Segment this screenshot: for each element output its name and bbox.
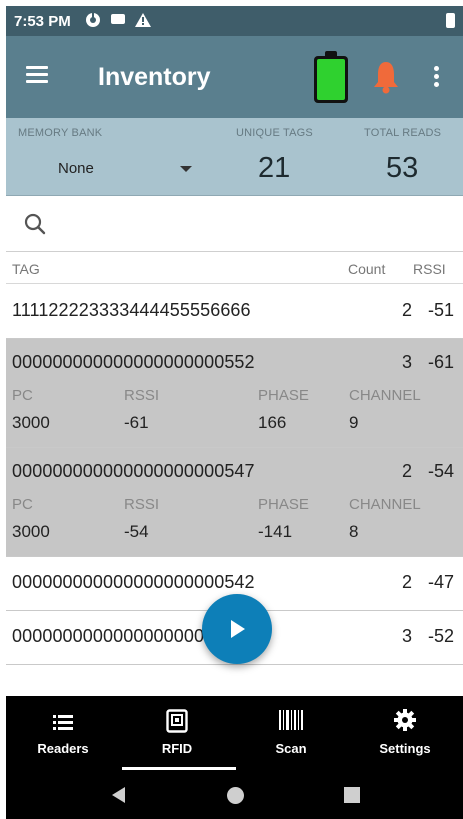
back-icon[interactable] (112, 787, 125, 803)
nav-scan[interactable]: Scan (234, 696, 348, 770)
rssi-detail-value: -61 (124, 413, 149, 432)
nav-settings[interactable]: Settings (348, 696, 462, 770)
bottom-navigation: Readers RFID Scan Settings (6, 696, 463, 770)
rssi-label: RSSI (124, 387, 160, 404)
bell-icon[interactable] (372, 60, 400, 94)
column-header-tag: TAG (12, 261, 40, 277)
channel-value: 9 (349, 413, 359, 432)
tag-id: 111122223333444455556666 (12, 300, 251, 320)
sync-icon (85, 11, 101, 31)
search-icon (24, 213, 46, 235)
system-navigation-bar (6, 770, 463, 819)
nav-readers-label: Readers (37, 741, 89, 756)
app-bar: Inventory (6, 36, 463, 118)
tag-id: 000000000000000000000547 (12, 461, 255, 481)
status-bar: 7:53 PM (6, 6, 463, 36)
message-icon (110, 13, 125, 29)
pc-value: 3000 (12, 413, 50, 432)
tag-rssi: -52 (428, 626, 455, 646)
pc-label: PC (12, 496, 33, 513)
nav-readers[interactable]: Readers (6, 696, 120, 770)
chevron-down-icon (180, 166, 192, 172)
start-inventory-button[interactable] (202, 594, 272, 664)
tag-count: 2 (401, 300, 412, 320)
tag-rssi: -51 (428, 300, 455, 320)
channel-label: CHANNEL (349, 496, 421, 513)
tag-rssi: -47 (428, 572, 455, 592)
tag-id: 000000000000000000000542 (12, 572, 255, 592)
inventory-summary: MEMORY BANK UNIQUE TAGS TOTAL READS None… (6, 118, 463, 196)
recents-icon[interactable] (344, 787, 360, 803)
menu-icon[interactable] (26, 66, 48, 84)
tag-count: 3 (401, 626, 412, 646)
memory-bank-dropdown[interactable]: None (18, 154, 198, 182)
list-icon (53, 715, 73, 730)
unique-tags-label: UNIQUE TAGS (236, 127, 313, 139)
warning-icon (134, 12, 151, 30)
overflow-menu-icon[interactable] (434, 66, 442, 90)
pc-label: PC (12, 387, 33, 404)
tag-rssi: -61 (428, 352, 455, 372)
rfid-tag-icon (166, 709, 188, 733)
phase-label: PHASE (258, 387, 309, 404)
page-title: Inventory (98, 63, 211, 91)
tag-id: 000000000000000000000552 (12, 352, 255, 372)
tag-rssi: -54 (428, 461, 455, 481)
tag-row-expanded[interactable]: 000000000000000000000552 3 -61 PC RSSI P… (6, 339, 463, 448)
column-header-count: Count (348, 261, 386, 277)
nav-rfid-label: RFID (161, 741, 193, 756)
phase-label: PHASE (258, 496, 309, 513)
total-reads-label: TOTAL READS (364, 127, 442, 139)
gear-icon (394, 709, 416, 731)
column-header-rssi: RSSI (413, 261, 446, 277)
tag-count: 2 (401, 572, 412, 592)
nav-rfid[interactable]: RFID (120, 696, 234, 770)
search-bar (6, 196, 463, 252)
tag-list-header: TAG Count RSSI (6, 252, 463, 284)
status-time: 7:53 PM (14, 12, 71, 30)
phase-value: 166 (258, 413, 287, 432)
home-icon[interactable] (227, 787, 244, 804)
unique-tags-value: 21 (258, 152, 291, 184)
nav-settings-label: Settings (379, 741, 431, 756)
app-screen: 7:53 PM Inventory MEMORY BANK UNIQUE TAG… (6, 6, 463, 819)
battery-icon (446, 13, 455, 28)
rssi-detail-value: -54 (124, 522, 149, 541)
channel-label: CHANNEL (349, 387, 421, 404)
rssi-label: RSSI (124, 496, 160, 513)
tag-count: 3 (401, 352, 412, 372)
memory-bank-value: None (58, 160, 94, 177)
reader-battery-icon[interactable] (314, 51, 348, 103)
barcode-icon (279, 710, 303, 730)
tag-count: 2 (401, 461, 412, 481)
search-input[interactable] (56, 206, 451, 242)
total-reads-value: 53 (386, 152, 419, 184)
memory-bank-label: MEMORY BANK (18, 127, 103, 139)
pc-value: 3000 (12, 522, 50, 541)
tag-row-expanded[interactable]: 000000000000000000000547 2 -54 PC RSSI P… (6, 448, 463, 557)
play-icon (231, 620, 245, 638)
tag-row[interactable]: 111122223333444455556666 2 -51 (6, 285, 463, 339)
phase-value: -141 (258, 522, 293, 541)
nav-scan-label: Scan (275, 741, 307, 756)
channel-value: 8 (349, 522, 359, 541)
